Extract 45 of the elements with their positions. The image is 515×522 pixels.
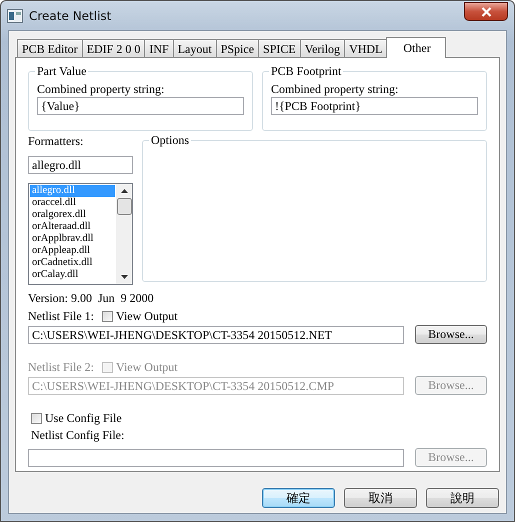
property-string-field[interactable]: {Value}	[37, 97, 244, 115]
scroll-down-icon[interactable]	[120, 275, 128, 279]
field-label: Combined property string:	[37, 82, 166, 97]
list-item[interactable]: orAppleap.dll	[30, 245, 115, 257]
tab[interactable]: Layout	[172, 39, 217, 57]
browse-button[interactable]: Browse...	[415, 325, 487, 344]
window-title: Create Netlist	[29, 8, 112, 22]
list-item[interactable]: orCalay.dll	[30, 269, 115, 281]
scroll-up-icon[interactable]	[120, 189, 128, 193]
tab[interactable]: Other	[386, 37, 446, 58]
scroll-thumb[interactable]	[116, 198, 132, 215]
use-config-checkbox[interactable]: Use Config File	[31, 411, 122, 426]
app-icon	[7, 8, 23, 22]
dialog-button[interactable]: 取消	[344, 488, 417, 508]
tab[interactable]: INF	[144, 39, 174, 57]
formatters-label: Formatters:	[28, 134, 84, 149]
tab[interactable]: VHDL	[344, 39, 388, 57]
tab[interactable]: EDIF 2 0 0	[82, 39, 146, 57]
tab[interactable]: PSpice	[216, 39, 260, 57]
close-icon	[480, 6, 492, 16]
close-button[interactable]	[464, 2, 508, 21]
version-text: Version: 9.00 Jun 9 2000	[28, 291, 155, 306]
formatter-list[interactable]: allegro.dll oraccel.dll oralgorex.dll orAlteraad.dll orApplbrav.dll orAppleap.dll orCadnetix.dll orCalay.dll	[28, 183, 133, 285]
dialog-button[interactable]: 確定	[262, 488, 335, 508]
config-file-label: Netlist Config File:	[31, 428, 126, 443]
list-item[interactable]: orAlteraad.dll	[30, 221, 115, 233]
group-title: Options	[149, 133, 192, 148]
list-item[interactable]: orApplbrav.dll	[30, 233, 115, 245]
list-item[interactable]: oraccel.dll	[30, 197, 115, 209]
tab[interactable]: Verilog	[300, 39, 346, 57]
path-field[interactable]: C:\USERS\WEI-JHENG\DESKTOP\CT-3354 20150512.NET	[28, 326, 404, 344]
property-string-field[interactable]: !{PCB Footprint}	[271, 97, 478, 115]
formatter-field[interactable]: allegro.dll	[28, 156, 133, 174]
list-item[interactable]: orCadnetix.dll	[30, 257, 115, 269]
tab[interactable]: PCB Editor	[17, 39, 83, 57]
group-title: PCB Footprint	[269, 64, 344, 79]
list-item[interactable]: oralgorex.dll	[30, 209, 115, 221]
config-file-field[interactable]	[28, 448, 404, 466]
scrollbar[interactable]	[116, 184, 132, 284]
dialog-button[interactable]: 說明	[426, 488, 499, 508]
netlist-file-label: Netlist File 2:	[28, 360, 94, 375]
tab[interactable]: SPICE	[258, 39, 301, 57]
field-label: Combined property string:	[271, 82, 400, 97]
view-output-checkbox[interactable]: View Output	[102, 309, 178, 324]
netlist-file-label: Netlist File 1:	[28, 309, 94, 324]
